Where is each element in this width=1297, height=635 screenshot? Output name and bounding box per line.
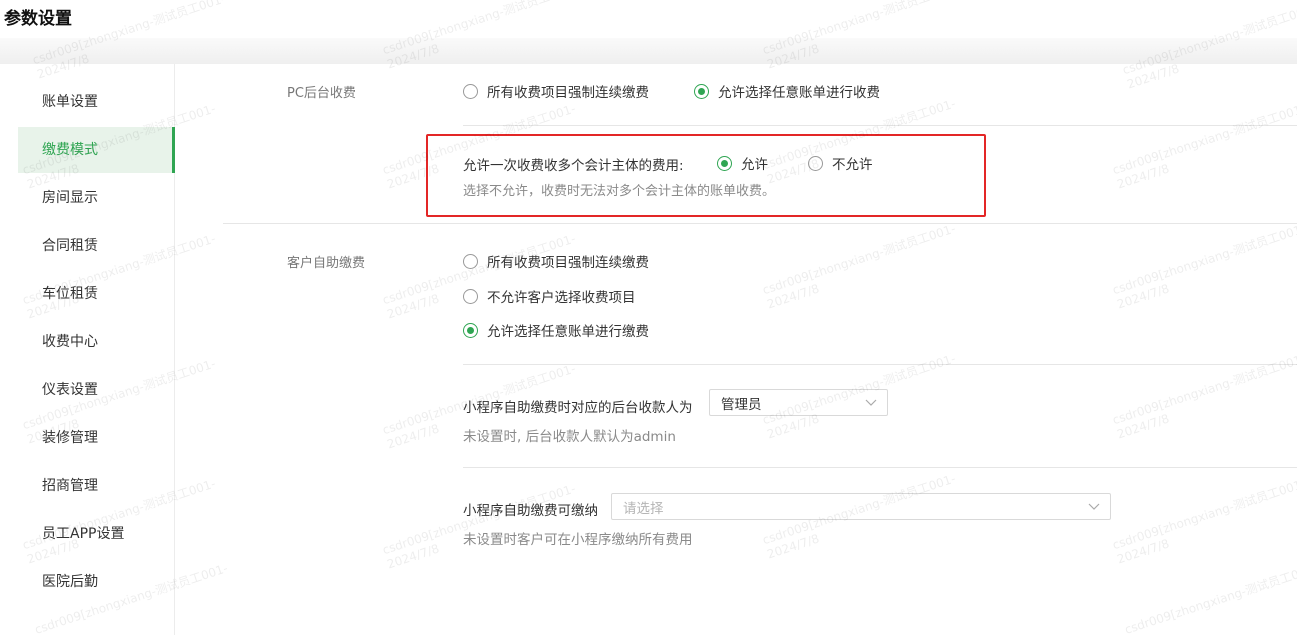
sidebar-item-meter-settings[interactable]: 仪表设置 [18, 367, 175, 413]
radio-unchecked-icon [463, 288, 478, 304]
radio-checked-icon [463, 322, 478, 338]
chevron-down-icon [865, 399, 877, 406]
payee-select[interactable]: 管理员 [709, 389, 888, 416]
self-pay-label: 客户自助缴费 [287, 256, 366, 271]
sidebar-item-billing[interactable]: 账单设置 [18, 79, 175, 125]
sidebar-item-contract-lease[interactable]: 合同租赁 [18, 223, 175, 269]
settings-sidebar: 账单设置 缴费模式 房间显示 合同租赁 车位租赁 收费中心 仪表设置 装修管理 … [12, 64, 175, 635]
highlight-box [426, 134, 986, 217]
multi-entity-deny-radio[interactable]: 不允许 [808, 153, 873, 173]
divider [463, 364, 1297, 365]
header-band [0, 38, 1297, 64]
payable-label: 小程序自助缴费可缴纳 [463, 503, 598, 519]
radio-unchecked-icon [463, 83, 478, 99]
sidebar-item-room-display[interactable]: 房间显示 [18, 175, 175, 221]
divider [463, 467, 1297, 468]
radio-checked-icon [694, 83, 709, 99]
pc-fee-label: PC后台收费 [287, 86, 356, 101]
self-pay-option-any-bill[interactable]: 允许选择任意账单进行缴费 [463, 320, 649, 340]
self-pay-option-no-item-choice[interactable]: 不允许客户选择收费项目 [463, 286, 636, 306]
multi-entity-question: 允许一次收费收多个会计主体的费用: [463, 158, 684, 174]
self-pay-option-forced-continuous[interactable]: 所有收费项目强制连续缴费 [463, 251, 649, 271]
payable-hint: 未设置时客户可在小程序缴纳所有费用 [463, 532, 693, 548]
multi-entity-allow-radio[interactable]: 允许 [717, 153, 768, 173]
section-divider [223, 223, 1297, 224]
payee-hint: 未设置时, 后台收款人默认为admin [463, 429, 676, 445]
sidebar-item-parking-lease[interactable]: 车位租赁 [18, 271, 175, 317]
payee-label: 小程序自助缴费时对应的后台收款人为 [463, 400, 693, 416]
pc-fee-option-any-bill[interactable]: 允许选择任意账单进行收费 [694, 81, 880, 101]
sidebar-item-payment-mode[interactable]: 缴费模式 [18, 127, 175, 173]
divider [463, 125, 1297, 126]
radio-unchecked-icon [808, 155, 823, 171]
sidebar-item-hospital-logistics[interactable]: 医院后勤 [18, 559, 175, 605]
sidebar-item-fee-center[interactable]: 收费中心 [18, 319, 175, 365]
radio-checked-icon [717, 155, 732, 171]
sidebar-item-staff-app[interactable]: 员工APP设置 [18, 511, 175, 557]
radio-unchecked-icon [463, 253, 478, 269]
payable-select[interactable]: 请选择 [611, 493, 1111, 520]
chevron-down-icon [1088, 503, 1100, 510]
sidebar-item-renovation[interactable]: 装修管理 [18, 415, 175, 461]
multi-entity-hint: 选择不允许，收费时无法对多个会计主体的账单收费。 [463, 184, 776, 199]
page-title: 参数设置 [4, 9, 72, 29]
pc-fee-option-forced-continuous[interactable]: 所有收费项目强制连续缴费 [463, 81, 649, 101]
sidebar-item-investment[interactable]: 招商管理 [18, 463, 175, 509]
